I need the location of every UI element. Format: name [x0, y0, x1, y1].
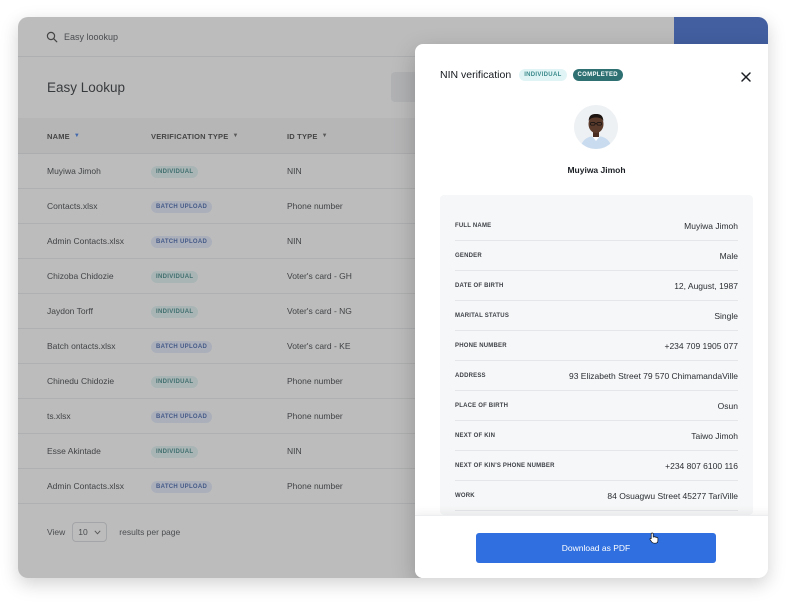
- hand-pointer-icon: [649, 531, 659, 544]
- verification-modal: NIN verification INDIVIDUAL COMPLETED Mu: [415, 44, 768, 578]
- detail-value: 12, August, 1987: [674, 280, 738, 291]
- detail-row: PHONE NUMBER +234 709 1905 077: [455, 331, 738, 361]
- detail-row: MARITAL STATUS Single: [455, 301, 738, 331]
- modal-header: NIN verification INDIVIDUAL COMPLETED: [440, 69, 623, 81]
- detail-value: Male: [719, 250, 738, 261]
- detail-value: Single: [714, 310, 738, 321]
- detail-value: Muyiwa Jimoh: [684, 220, 738, 231]
- detail-label: MARITAL STATUS: [455, 312, 510, 319]
- detail-row: PLACE OF BIRTH Osun: [455, 391, 738, 421]
- type-badge: INDIVIDUAL: [519, 69, 567, 81]
- detail-value: Osun: [717, 400, 738, 411]
- avatar: [574, 105, 618, 149]
- modal-footer: Download as PDF: [415, 515, 768, 578]
- detail-label: PHONE NUMBER: [455, 342, 507, 349]
- app-window: Easy loookup Easy Lookup NAME ▼ VERIFICA…: [18, 17, 768, 578]
- detail-label: DATE OF BIRTH: [455, 282, 504, 289]
- detail-value: 93 Elizabeth Street 79 570 ChimamandaVil…: [568, 370, 738, 381]
- detail-label: ADDRESS: [455, 372, 486, 379]
- detail-label: NEXT OF KIN'S PHONE NUMBER: [455, 462, 555, 469]
- detail-value: +234 709 1905 077: [664, 340, 738, 351]
- detail-row: ADDRESS 93 Elizabeth Street 79 570 Chima…: [455, 361, 738, 391]
- person-name: Muyiwa Jimoh: [567, 165, 626, 175]
- detail-label: GENDER: [455, 252, 482, 259]
- modal-title: NIN verification: [440, 69, 512, 81]
- close-icon: [740, 70, 752, 82]
- detail-row: DATE OF BIRTH 12, August, 1987: [455, 271, 738, 301]
- download-pdf-button[interactable]: Download as PDF: [476, 533, 716, 563]
- detail-row: WORK 84 Osuagwu Street 45277 TariVille: [455, 481, 738, 511]
- status-badge: COMPLETED: [572, 69, 623, 81]
- detail-row: FULL NAME Muyiwa Jimoh: [455, 211, 738, 241]
- detail-value: 84 Osuagwu Street 45277 TariVille: [607, 490, 738, 501]
- detail-value: +234 807 6100 116: [665, 460, 738, 471]
- details-panel: FULL NAME Muyiwa Jimoh GENDER Male DATE …: [440, 195, 753, 515]
- detail-label: WORK: [455, 492, 475, 499]
- detail-label: FULL NAME: [455, 222, 492, 229]
- detail-label: PLACE OF BIRTH: [455, 402, 509, 409]
- detail-row: GENDER Male: [455, 241, 738, 271]
- close-button[interactable]: [740, 70, 752, 82]
- detail-label: NEXT OF KIN: [455, 432, 496, 439]
- detail-value: Taiwo Jimoh: [691, 430, 738, 441]
- detail-row: NEXT OF KIN'S PHONE NUMBER +234 807 6100…: [455, 451, 738, 481]
- detail-row: NEXT OF KIN Taiwo Jimoh: [455, 421, 738, 451]
